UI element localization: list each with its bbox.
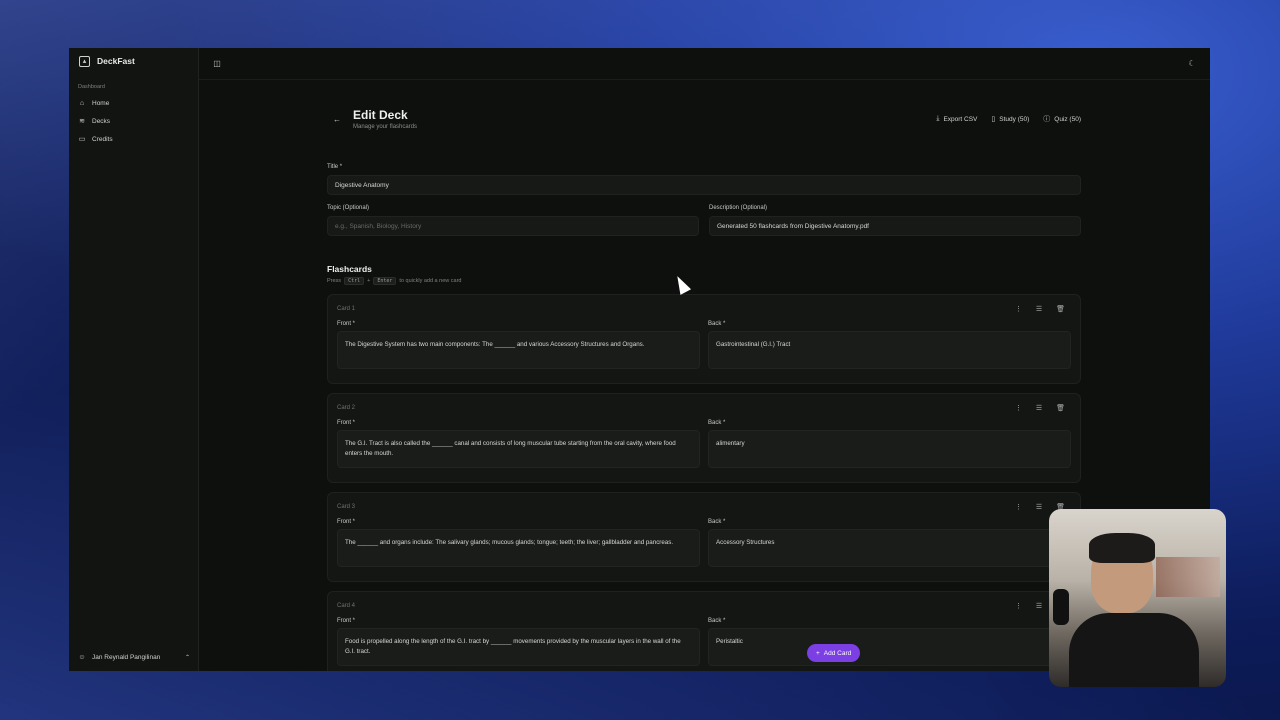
back-textarea[interactable]: Accessory Structures (708, 529, 1071, 567)
sidebar-item-label: Credits (92, 135, 113, 143)
topbar: ◫ ☾ (199, 48, 1210, 80)
hint-prefix: Press (327, 278, 342, 284)
flashcards-heading: Flashcards (327, 264, 372, 274)
hint-suffix: to quickly add a new card (399, 278, 462, 284)
shortcut-hint: Press Ctrl + Enter to quickly add a new … (327, 277, 1081, 285)
chevron-up-icon: ⌃ (184, 654, 190, 661)
list-icon[interactable]: ☰ (1036, 503, 1042, 511)
sidebar-item-credits[interactable]: ▭ Credits (69, 130, 198, 148)
add-card-button[interactable]: + Add Card (807, 644, 861, 662)
edit-deck-content: ← Edit Deck Manage your flashcards ⤓ Exp… (327, 108, 1081, 671)
page-header: ← Edit Deck Manage your flashcards ⤓ Exp… (327, 108, 1081, 144)
drag-handle-icon[interactable]: ⋮ (1015, 602, 1022, 610)
description-label: Description (Optional) (709, 205, 768, 211)
back-textarea[interactable]: alimentary (708, 430, 1071, 468)
user-icon: ☺ (78, 653, 86, 661)
brand[interactable]: ▴ DeckFast (69, 48, 198, 74)
kbd-enter: Enter (373, 277, 397, 285)
topic-input[interactable]: e.g., Spanish, Biology, History (327, 216, 699, 236)
back-label: Back * (708, 321, 726, 327)
nav-section-label: Dashboard (78, 84, 105, 90)
sidebar-item-label: Decks (92, 117, 111, 125)
sidebar-toggle-icon[interactable]: ◫ (211, 58, 223, 70)
logo-icon: ▴ (79, 55, 90, 67)
hint-plus: + (367, 278, 371, 284)
card-number: Card 1 (337, 306, 356, 312)
trash-icon[interactable]: 🗑 (1056, 404, 1065, 412)
app-window: ▴ DeckFast Dashboard ⌂ Home ≋ Decks ▭ Cr… (69, 48, 1210, 671)
sidebar-item-home[interactable]: ⌂ Home (69, 94, 198, 112)
back-arrow-icon[interactable]: ← (333, 115, 341, 124)
home-icon: ⌂ (79, 99, 85, 107)
front-textarea[interactable]: The Digestive System has two main compon… (337, 331, 700, 369)
webcam-background-shelf (1156, 557, 1220, 597)
front-label: Front * (337, 618, 356, 624)
user-menu[interactable]: ☺ Jan Reynald Pangilinan ⌃ (69, 649, 199, 665)
credit-card-icon: ▭ (78, 136, 86, 143)
drag-handle-icon[interactable]: ⋮ (1015, 305, 1022, 313)
sidebar: ▴ DeckFast Dashboard ⌂ Home ≋ Decks ▭ Cr… (69, 48, 199, 671)
page-title: Edit Deck (353, 108, 408, 122)
description-input[interactable]: Generated 50 flashcards from Digestive A… (709, 216, 1081, 236)
front-textarea[interactable]: The ______ and organs include: The saliv… (337, 529, 700, 567)
webcam-overlay (1049, 509, 1226, 687)
flashcard-card: Card 2 ⋮ ☰ 🗑 Front * The G.I. Tract is a… (327, 393, 1081, 483)
sidebar-item-decks[interactable]: ≋ Decks (69, 112, 198, 130)
title-input[interactable]: Digestive Anatomy (327, 175, 1081, 195)
trash-icon[interactable]: 🗑 (1056, 305, 1065, 313)
webcam-person-body (1069, 613, 1199, 687)
quiz-label: Quiz (50) (1054, 115, 1081, 123)
list-icon[interactable]: ☰ (1036, 404, 1042, 412)
list-icon[interactable]: ☰ (1036, 602, 1042, 610)
list-icon[interactable]: ☰ (1036, 305, 1042, 313)
add-card-label: Add Card (823, 649, 852, 657)
quiz-button[interactable]: ⓘ Quiz (50) (1043, 114, 1081, 124)
drag-handle-icon[interactable]: ⋮ (1015, 503, 1022, 511)
back-label: Back * (708, 519, 726, 525)
user-name: Jan Reynald Pangilinan (92, 653, 161, 661)
sidebar-item-label: Home (92, 99, 110, 107)
topic-label: Topic (Optional) (327, 205, 370, 211)
study-label: Study (50) (999, 115, 1030, 123)
kbd-ctrl: Ctrl (344, 277, 365, 285)
back-textarea[interactable]: Gastrointestinal (G.I.) Tract (708, 331, 1071, 369)
export-csv-label: Export CSV (943, 115, 978, 123)
book-icon: ▯ (991, 116, 996, 123)
plus-icon: + (816, 649, 820, 657)
flashcard-card: Card 4 ⋮ ☰ 🗑 Front * Food is propelled a… (327, 591, 1081, 671)
front-label: Front * (337, 519, 356, 525)
webcam-person-hair (1089, 533, 1155, 563)
front-label: Front * (337, 420, 356, 426)
back-label: Back * (708, 420, 726, 426)
page-subtitle: Manage your flashcards (353, 124, 418, 130)
flashcard-card: Card 3 ⋮ ☰ 🗑 Front * The ______ and orga… (327, 492, 1081, 582)
front-textarea[interactable]: The G.I. Tract is also called the ______… (337, 430, 700, 468)
export-csv-button[interactable]: ⤓ Export CSV (936, 114, 977, 124)
card-number: Card 2 (337, 405, 356, 411)
app-name: DeckFast (97, 56, 135, 66)
theme-toggle-icon[interactable]: ☾ (1186, 58, 1198, 70)
help-circle-icon: ⓘ (1043, 116, 1051, 123)
title-label: Title * (327, 164, 343, 170)
microphone-icon (1053, 589, 1069, 625)
layers-icon: ≋ (79, 118, 85, 125)
back-label: Back * (708, 618, 726, 624)
front-textarea[interactable]: Food is propelled along the length of th… (337, 628, 700, 666)
drag-handle-icon[interactable]: ⋮ (1015, 404, 1022, 412)
card-number: Card 3 (337, 504, 356, 510)
download-icon: ⤓ (936, 115, 940, 122)
front-label: Front * (337, 321, 356, 327)
flashcard-card: Card 1 ⋮ ☰ 🗑 Front * The Digestive Syste… (327, 294, 1081, 384)
card-number: Card 4 (337, 603, 356, 609)
study-button[interactable]: ▯ Study (50) (991, 114, 1029, 124)
back-textarea[interactable]: Peristaltic (708, 628, 1071, 666)
